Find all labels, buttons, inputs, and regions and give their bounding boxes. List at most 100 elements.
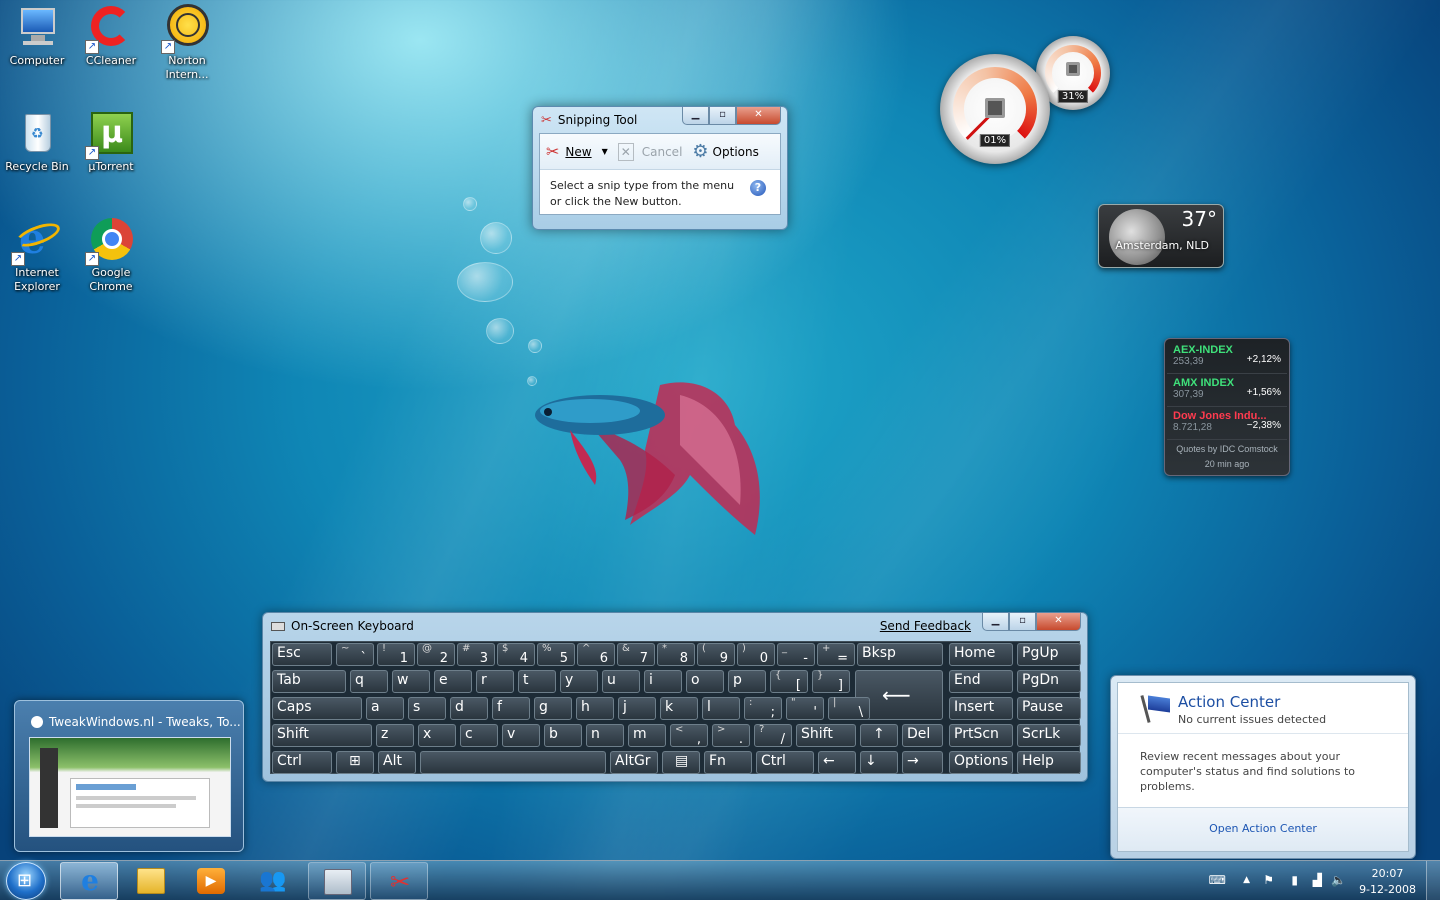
maximize-button[interactable]: ▫ [709,107,736,125]
key-b[interactable]: b [544,724,582,747]
key-7[interactable]: & 7 [617,643,655,666]
key-altgr[interactable]: AltGr [610,751,658,774]
taskbar-snipping-tool[interactable]: ✂ [370,862,428,900]
key-z[interactable]: z [376,724,414,747]
key-1[interactable]: ! 1 [377,643,415,666]
stock-row[interactable]: AEX-INDEX 253,39 +2,12% [1167,341,1287,374]
desktop-icon-utorrent[interactable]: µ ↗ µTorrent [74,110,148,174]
desktop-icon-norton[interactable]: ↗ Norton Intern... [150,4,224,82]
taskbar-thumbnail-preview[interactable]: TweakWindows.nl - Tweaks, To... [14,700,244,852]
key-left-arrow[interactable]: ← [818,751,856,774]
key-esc[interactable]: Esc [272,643,332,666]
key-8[interactable]: * 8 [657,643,695,666]
key-s[interactable]: s [408,697,446,720]
key-d[interactable]: d [450,697,488,720]
close-button[interactable]: ✕ [736,107,781,125]
key-home[interactable]: Home [949,643,1013,666]
key-shift-left[interactable]: Shift [272,724,372,747]
action-center-flag-icon[interactable]: ⚑ [1263,873,1274,887]
close-button[interactable]: ✕ [1036,613,1081,631]
key-2[interactable]: @2 [417,643,455,666]
key-ctrl-right[interactable]: Ctrl [756,751,814,774]
key-slash[interactable]: ? / [754,724,792,747]
key-semicolon[interactable]: :; [744,697,782,720]
key-down-arrow[interactable]: ↓ [860,751,898,774]
cancel-button[interactable]: ✕ Cancel [617,142,682,161]
key-m[interactable]: m [628,724,666,747]
on-screen-keyboard-window[interactable]: On-Screen Keyboard Send Feedback ▁ ▫ ✕ E… [262,612,1088,782]
cpu-usage-gauge[interactable]: 01% [940,54,1050,164]
show-hidden-icons-button[interactable]: ▲ [1243,875,1250,885]
key-insert[interactable]: Insert [949,697,1013,720]
key-left-bracket[interactable]: {[ [770,670,808,693]
power-icon[interactable]: ▮ [1291,873,1298,887]
key-caps[interactable]: Caps [272,697,362,720]
minimize-button[interactable]: ▁ [982,613,1009,631]
key-t[interactable]: t [518,670,556,693]
key-scrlk[interactable]: ScrLk [1017,724,1081,747]
key-pause[interactable]: Pause [1017,697,1081,720]
minimize-button[interactable]: ▁ [682,107,709,125]
key-comma[interactable]: <, [670,724,708,747]
key-e[interactable]: e [434,670,472,693]
help-icon[interactable]: ? [750,180,766,196]
key-g[interactable]: g [534,697,572,720]
key-ctrl-left[interactable]: Ctrl [272,751,332,774]
key-v[interactable]: v [502,724,540,747]
options-button[interactable]: ⚙ Options [692,141,758,162]
desktop-icon-ccleaner[interactable]: ↗ CCleaner [74,4,148,68]
new-snip-button[interactable]: ✂ New ▼ [546,142,608,161]
key-4[interactable]: $4 [497,643,535,666]
action-center-popup[interactable]: Action Center No current issues detected… [1110,675,1416,859]
key-quote[interactable]: " ' [786,697,824,720]
key-backspace[interactable]: Bksp [857,643,943,666]
taskbar-messenger[interactable]: 👥 [244,862,302,900]
key-right-bracket[interactable]: }] [812,670,850,693]
key-y[interactable]: y [560,670,598,693]
key-f[interactable]: f [492,697,530,720]
key-j[interactable]: j [618,697,656,720]
key-up-arrow[interactable]: ↑ [860,724,898,747]
stock-row[interactable]: Dow Jones Indu... 8.721,28 −2,38% [1167,407,1287,440]
weather-gadget[interactable]: 37° Amsterdam, NLD [1098,204,1224,268]
show-desktop-button[interactable] [1426,861,1440,900]
network-icon[interactable]: ▟ [1313,873,1322,887]
key-tab[interactable]: Tab [272,670,346,693]
key-3[interactable]: #3 [457,643,495,666]
dropdown-arrow-icon[interactable]: ▼ [602,147,608,156]
key-period[interactable]: >. [712,724,750,747]
key-9[interactable]: (9 [697,643,735,666]
key-menu[interactable]: ▤ [662,751,700,774]
taskbar-on-screen-keyboard[interactable] [308,862,366,900]
send-feedback-link[interactable]: Send Feedback [880,619,971,633]
key-shift-right[interactable]: Shift [796,724,856,747]
taskbar-media-player[interactable]: ▶ [182,862,240,900]
key-0[interactable]: ) 0 [737,643,775,666]
taskbar-clock[interactable]: 20:07 9-12-2008 [1359,866,1416,898]
desktop-icon-google-chrome[interactable]: ↗ Google Chrome [74,216,148,294]
key-help[interactable]: Help [1017,751,1081,774]
key-p[interactable]: p [728,670,766,693]
key-right-arrow[interactable]: → [902,751,943,774]
key-minus[interactable]: _ - [777,643,815,666]
key-x[interactable]: x [418,724,456,747]
key-alt[interactable]: Alt [378,751,416,774]
key-space[interactable] [420,751,606,774]
key-equals[interactable]: + = [817,643,855,666]
key-k[interactable]: k [660,697,698,720]
key-tilde[interactable]: ~ ` [336,643,374,666]
maximize-button[interactable]: ▫ [1009,613,1036,631]
open-action-center-link[interactable]: Open Action Center [1118,822,1408,835]
taskbar-windows-explorer[interactable] [122,862,180,900]
desktop-icon-internet-explorer[interactable]: e ↗ Internet Explorer [0,216,74,294]
snipping-tool-window[interactable]: ✂ Snipping Tool ▁ ▫ ✕ ✂ New ▼ ✕ Cancel ⚙… [532,106,788,230]
key-pgup[interactable]: PgUp [1017,643,1081,666]
key-q[interactable]: q [350,670,388,693]
key-i[interactable]: i [644,670,682,693]
desktop-icon-computer[interactable]: Computer [0,4,74,68]
key-prtscn[interactable]: PrtScn [949,724,1013,747]
key-options[interactable]: Options [949,751,1013,774]
key-5[interactable]: % 5 [537,643,575,666]
key-a[interactable]: a [366,697,404,720]
desktop-icon-recycle-bin[interactable]: ♻ Recycle Bin [0,110,74,174]
